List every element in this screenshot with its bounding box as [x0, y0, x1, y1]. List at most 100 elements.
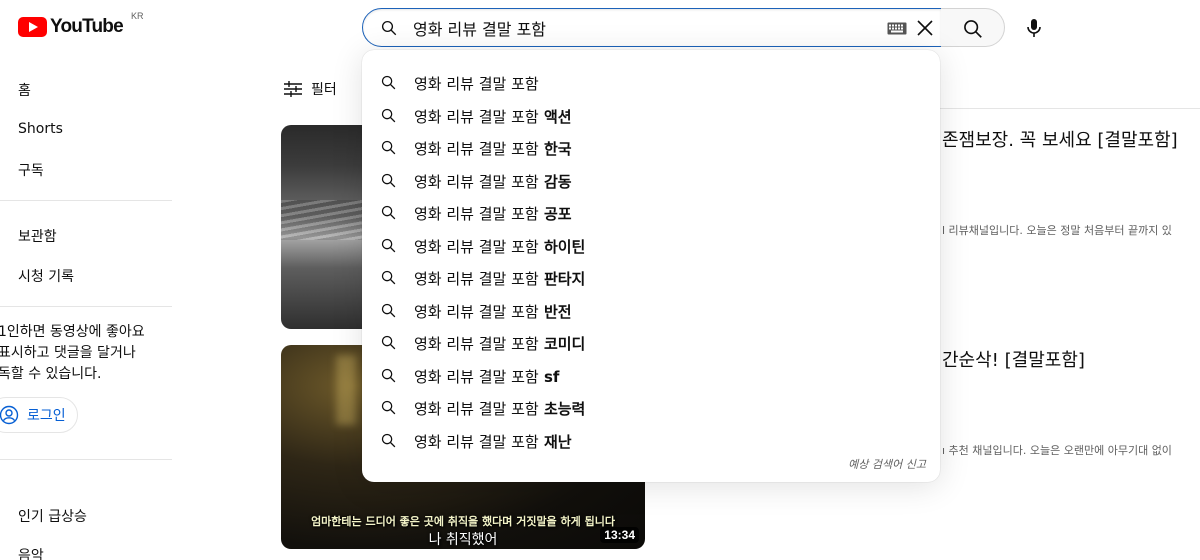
search-icon: [381, 238, 396, 252]
search-button[interactable]: [941, 8, 1005, 47]
login-prompt: 1인하면 동영상에 좋아요 표시하고 댓글을 달거나 독할 수 있습니다.: [0, 322, 158, 385]
search-suggestion-item[interactable]: 영화 리뷰 결말 포함 초능력: [362, 391, 940, 423]
sidebar-item-trending[interactable]: 인기 급상승: [18, 506, 87, 526]
login-prompt-line: 독할 수 있습니다.: [0, 366, 102, 382]
search-suggestion-item[interactable]: 영화 리뷰 결말 포함 판타지: [362, 261, 940, 293]
content-divider: [940, 108, 1200, 109]
clear-search-icon[interactable]: [915, 18, 935, 38]
suggestion-completion: 하이틴: [538, 237, 586, 256]
suggestion-completion: 공포: [538, 205, 572, 223]
suggestion-completion: 재난: [538, 432, 572, 451]
logo-country-code: KR: [131, 11, 144, 21]
masthead: YouTube KR: [0, 0, 1200, 56]
filter-label: 필터: [311, 82, 337, 98]
suggestion-text: 영화 리뷰 결말 포함 sf: [414, 366, 559, 387]
search-suggestion-item[interactable]: 영화 리뷰 결말 포함 공포: [362, 196, 940, 228]
search-icon: [381, 368, 396, 382]
sidebar-divider: [0, 459, 172, 460]
suggestion-text: 영화 리뷰 결말 포함 재난: [414, 431, 572, 452]
search-icon: [381, 303, 396, 317]
search-suggestion-item[interactable]: 영화 리뷰 결말 포함 액션: [362, 99, 940, 131]
search-icon: [381, 335, 396, 350]
login-prompt-line: 표시하고 댓글을 달거나: [0, 345, 136, 361]
suggestion-text: 영화 리뷰 결말 포함 반전: [414, 301, 572, 322]
search-suggestion-item[interactable]: 영화 리뷰 결말 포함 재난: [362, 424, 940, 456]
suggestion-text: 영화 리뷰 결말 포함 초능력: [414, 398, 585, 419]
sidebar-divider: [0, 200, 172, 201]
suggestion-query: 영화 리뷰 결말 포함: [414, 237, 539, 256]
login-button[interactable]: 로그인: [0, 397, 78, 433]
search-icon: [381, 75, 396, 90]
video-subtitle-caption: 나 취직했어: [428, 532, 498, 548]
suggestion-query: 영화 리뷰 결말 포함: [414, 107, 539, 126]
search-icon: [381, 433, 396, 447]
suggestion-text: 영화 리뷰 결말 포함: [414, 73, 539, 94]
video-subtitle-caption: 엄마한테는 드디어 좋은 곳에 취직을 했다며 거짓말을 하게 됩니다: [311, 515, 615, 528]
suggestion-query: 영화 리뷰 결말 포함: [414, 432, 539, 451]
suggestion-text: 영화 리뷰 결말 포함 한국: [414, 138, 572, 159]
suggestion-text: 영화 리뷰 결말 포함 코미디: [414, 333, 585, 354]
sidebar-item-home[interactable]: 홈: [18, 80, 31, 100]
video-description: ı 추천 채널입니다. 오늘은 오랜만에 아무기대 없이: [942, 444, 1172, 457]
suggestion-query: 영화 리뷰 결말 포함: [414, 400, 539, 418]
search-icon: [381, 173, 396, 187]
suggestion-query: 영화 리뷰 결말 포함: [414, 172, 539, 191]
video-description: l 리뷰채널입니다. 오늘은 정말 처음부터 끝까지 있: [942, 224, 1172, 237]
search-suggestion-item[interactable]: 영화 리뷰 결말 포함 한국: [362, 131, 940, 163]
suggestion-query: 영화 리뷰 결말 포함: [414, 140, 539, 158]
suggestion-text: 영화 리뷰 결말 포함 공포: [414, 203, 572, 224]
video-title[interactable]: 간순삭! [결말포함]: [942, 346, 1085, 372]
sidebar: 홈 Shorts 구독 보관함 시청 기록 1인하면 동영상에 좋아요 표시하고…: [0, 56, 172, 560]
suggestion-query: 영화 리뷰 결말 포함: [414, 367, 539, 386]
suggestion-text: 영화 리뷰 결말 포함 하이틴: [414, 236, 585, 257]
suggestion-completion: 반전: [538, 302, 572, 321]
search-suggestion-item[interactable]: 영화 리뷰 결말 포함 sf: [362, 359, 940, 391]
search-suggestion-item[interactable]: 영화 리뷰 결말 포함 코미디: [362, 326, 940, 358]
suggestion-query: 영화 리뷰 결말 포함: [414, 270, 539, 288]
suggestion-completion: sf: [538, 367, 560, 386]
microphone-icon: [1027, 19, 1041, 37]
sidebar-item-library[interactable]: 보관함: [18, 226, 57, 246]
sidebar-item-history[interactable]: 시청 기록: [18, 266, 74, 286]
login-button-label: 로그인: [27, 408, 66, 424]
suggestion-query: 영화 리뷰 결말 포함: [414, 75, 539, 93]
search-icon: [381, 20, 397, 36]
search-suggestion-item[interactable]: 영화 리뷰 결말 포함 감동: [362, 164, 940, 196]
filter-button[interactable]: 필터: [283, 79, 337, 99]
suggestion-query: 영화 리뷰 결말 포함: [414, 302, 539, 321]
suggestion-completion: 판타지: [538, 270, 586, 288]
suggestion-text: 영화 리뷰 결말 포함 감동: [414, 171, 572, 192]
suggestion-query: 영화 리뷰 결말 포함: [414, 205, 539, 223]
search-suggestion-item[interactable]: 영화 리뷰 결말 포함: [362, 66, 940, 98]
report-suggestions-link[interactable]: 예상 검색어 신고: [848, 456, 926, 472]
video-title[interactable]: 존잼보장. 꼭 보세요 [결말포함]: [942, 126, 1178, 152]
logo-text: YouTube: [50, 16, 124, 37]
suggestion-text: 영화 리뷰 결말 포함 판타지: [414, 268, 585, 289]
login-prompt-line: 1인하면 동영상에 좋아요: [0, 324, 145, 340]
search-icon: [381, 400, 396, 415]
sidebar-item-subscriptions[interactable]: 구독: [18, 160, 44, 180]
search-icon: [381, 270, 396, 285]
user-icon: [0, 405, 19, 425]
keyboard-icon[interactable]: [887, 22, 907, 35]
voice-search-button[interactable]: [1014, 8, 1054, 48]
search-icon: [964, 20, 982, 38]
youtube-logo[interactable]: YouTube KR: [18, 11, 144, 40]
search-suggestion-item[interactable]: 영화 리뷰 결말 포함 반전: [362, 294, 940, 326]
suggestion-completion: 감동: [538, 172, 572, 191]
suggestion-completion: 초능력: [538, 400, 586, 418]
sidebar-divider: [0, 306, 172, 307]
suggestion-query: 영화 리뷰 결말 포함: [414, 335, 539, 353]
suggestion-text: 영화 리뷰 결말 포함 액션: [414, 106, 572, 127]
suggestion-completion: 액션: [538, 107, 572, 126]
sidebar-item-shorts[interactable]: Shorts: [18, 121, 63, 137]
search-icon: [381, 205, 396, 220]
suggestion-completion: 코미디: [538, 335, 586, 353]
sidebar-item-music[interactable]: 음악: [18, 545, 44, 560]
search-suggestions-dropdown: 영화 리뷰 결말 포함 영화 리뷰 결말 포함 액션 영화 리뷰 결말 포함 한국 영…: [362, 50, 940, 482]
search-input[interactable]: [413, 17, 873, 39]
search-box[interactable]: [362, 8, 942, 47]
search-suggestion-item[interactable]: 영화 리뷰 결말 포함 하이틴: [362, 229, 940, 261]
filter-icon: [284, 81, 302, 97]
search-icon: [381, 140, 396, 155]
